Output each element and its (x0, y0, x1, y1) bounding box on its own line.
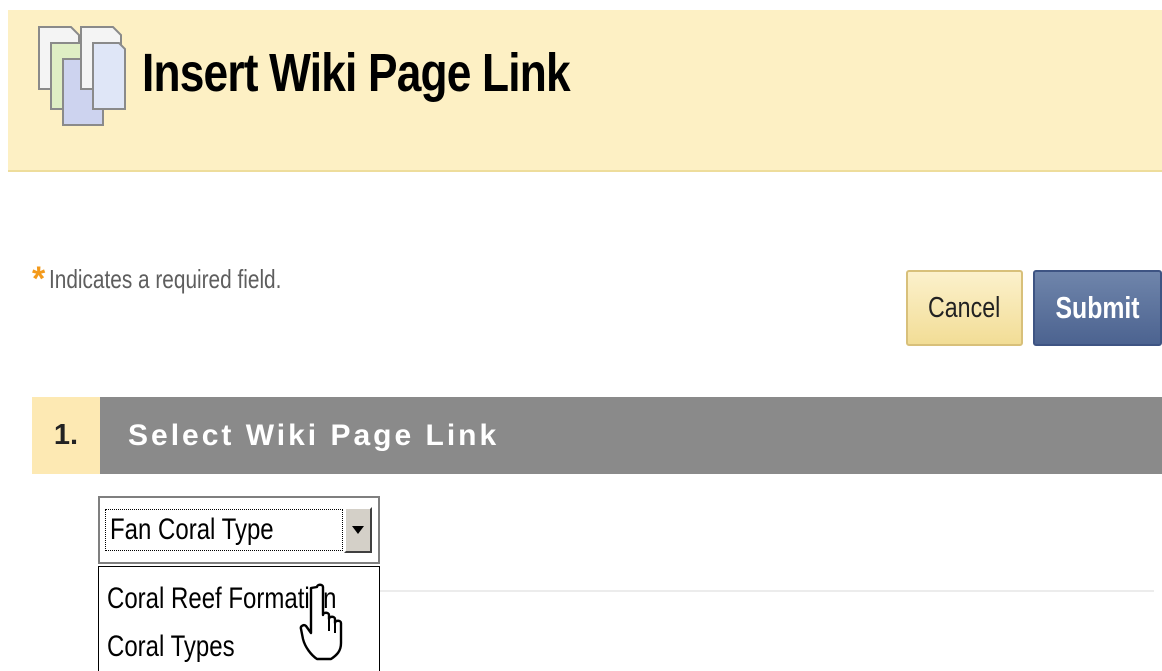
page-title: Insert Wiki Page Link (142, 43, 571, 103)
step-title-bar: Select Wiki Page Link (100, 397, 1162, 474)
section-divider (380, 590, 1154, 592)
required-note-text: Indicates a required field. (49, 263, 282, 294)
chevron-down-icon (352, 526, 364, 534)
step-title: Select Wiki Page Link (128, 418, 500, 452)
dropdown-arrow-button[interactable] (344, 507, 372, 553)
cancel-button[interactable]: Cancel (906, 270, 1023, 346)
insert-wiki-page-link-page: Insert Wiki Page Link * Indicates a requ… (0, 0, 1162, 671)
selected-value: Fan Coral Type (105, 509, 343, 551)
dropdown-option-label: Coral Types (107, 630, 235, 663)
step-number: 1. (32, 397, 100, 474)
wiki-pages-icon (38, 26, 126, 126)
required-star-icon: * (32, 260, 46, 298)
submit-button-label: Submit (1055, 290, 1140, 325)
submit-button[interactable]: Submit (1033, 270, 1162, 346)
step-header: 1. Select Wiki Page Link (32, 397, 1162, 474)
selected-value-text: Fan Coral Type (110, 513, 274, 546)
cancel-button-label: Cancel (928, 291, 1001, 324)
required-field-note: * Indicates a required field. (32, 262, 340, 296)
page-header: Insert Wiki Page Link (8, 10, 1162, 172)
wiki-page-select[interactable]: Fan Coral Type (98, 496, 380, 564)
hand-pointer-cursor-icon (299, 583, 343, 661)
